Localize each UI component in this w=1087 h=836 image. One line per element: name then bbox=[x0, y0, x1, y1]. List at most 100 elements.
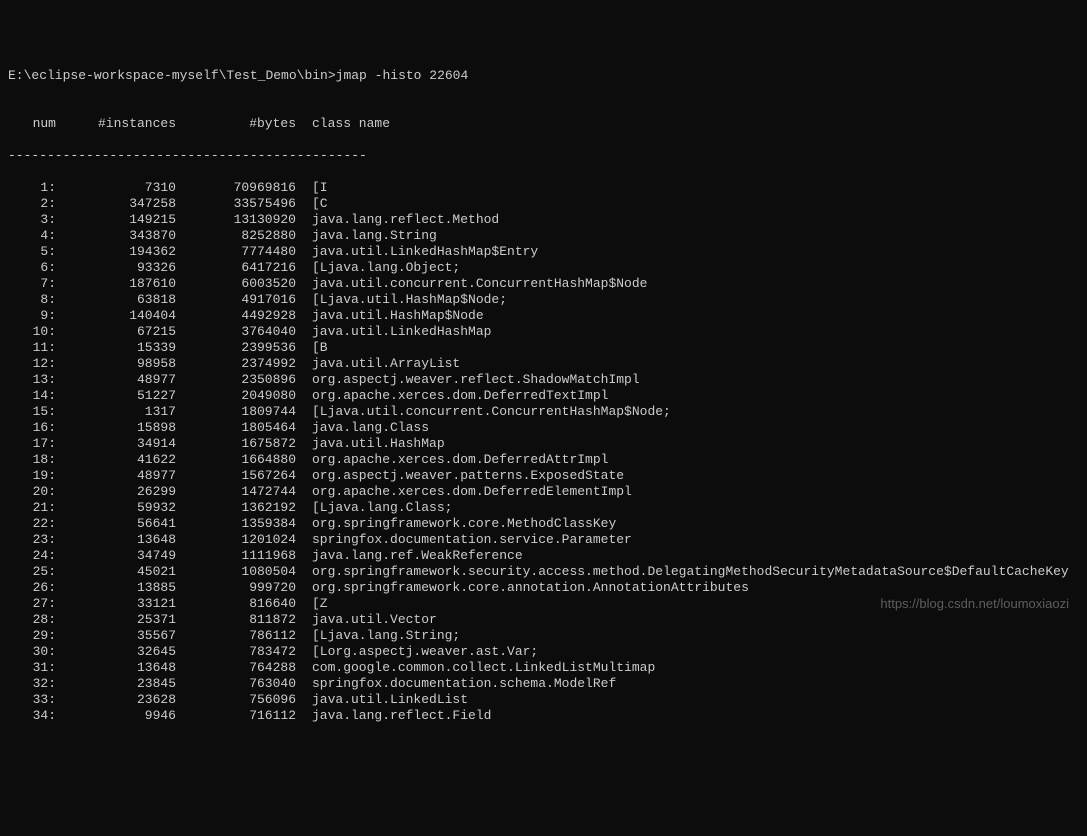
table-header: num#instances#bytesclass name bbox=[8, 116, 1079, 132]
row-classname: springfox.documentation.service.Paramete… bbox=[296, 532, 632, 548]
table-row: 20:262991472744org.apache.xerces.dom.Def… bbox=[8, 484, 1079, 500]
table-row: 22:566411359384org.springframework.core.… bbox=[8, 516, 1079, 532]
row-num: 21: bbox=[8, 500, 56, 516]
row-instances: 13648 bbox=[56, 660, 176, 676]
row-bytes: 783472 bbox=[176, 644, 296, 660]
row-classname: [Z bbox=[296, 596, 328, 612]
table-row: 5:1943627774480java.util.LinkedHashMap$E… bbox=[8, 244, 1079, 260]
row-classname: [Ljava.lang.String; bbox=[296, 628, 460, 644]
row-bytes: 786112 bbox=[176, 628, 296, 644]
row-bytes: 1675872 bbox=[176, 436, 296, 452]
row-bytes: 6003520 bbox=[176, 276, 296, 292]
row-bytes: 1809744 bbox=[176, 404, 296, 420]
row-num: 32: bbox=[8, 676, 56, 692]
table-row: 18:416221664880org.apache.xerces.dom.Def… bbox=[8, 452, 1079, 468]
row-bytes: 763040 bbox=[176, 676, 296, 692]
row-bytes: 2399536 bbox=[176, 340, 296, 356]
row-instances: 194362 bbox=[56, 244, 176, 260]
row-bytes: 13130920 bbox=[176, 212, 296, 228]
row-bytes: 1664880 bbox=[176, 452, 296, 468]
row-classname: org.apache.xerces.dom.DeferredAttrImpl bbox=[296, 452, 608, 468]
row-instances: 93326 bbox=[56, 260, 176, 276]
table-row: 30:32645783472[Lorg.aspectj.weaver.ast.V… bbox=[8, 644, 1079, 660]
row-instances: 15339 bbox=[56, 340, 176, 356]
row-num: 12: bbox=[8, 356, 56, 372]
row-num: 28: bbox=[8, 612, 56, 628]
row-num: 26: bbox=[8, 580, 56, 596]
table-row: 25:450211080504org.springframework.secur… bbox=[8, 564, 1079, 580]
row-bytes: 3764040 bbox=[176, 324, 296, 340]
row-instances: 56641 bbox=[56, 516, 176, 532]
row-instances: 347258 bbox=[56, 196, 176, 212]
row-bytes: 1362192 bbox=[176, 500, 296, 516]
table-row: 6:933266417216[Ljava.lang.Object; bbox=[8, 260, 1079, 276]
table-row: 10:672153764040java.util.LinkedHashMap bbox=[8, 324, 1079, 340]
row-bytes: 4917016 bbox=[176, 292, 296, 308]
divider-line: ----------------------------------------… bbox=[8, 148, 1079, 164]
table-row: 32:23845763040springfox.documentation.sc… bbox=[8, 676, 1079, 692]
row-classname: org.springframework.core.annotation.Anno… bbox=[296, 580, 749, 596]
row-instances: 140404 bbox=[56, 308, 176, 324]
row-classname: [Ljava.util.HashMap$Node; bbox=[296, 292, 507, 308]
table-row: 7:1876106003520java.util.concurrent.Conc… bbox=[8, 276, 1079, 292]
header-classname: class name bbox=[296, 116, 390, 132]
row-instances: 13648 bbox=[56, 532, 176, 548]
row-classname: java.util.LinkedHashMap$Entry bbox=[296, 244, 538, 260]
row-classname: [Lorg.aspectj.weaver.ast.Var; bbox=[296, 644, 538, 660]
row-classname: org.aspectj.weaver.reflect.ShadowMatchIm… bbox=[296, 372, 640, 388]
row-num: 27: bbox=[8, 596, 56, 612]
table-row: 28:25371811872java.util.Vector bbox=[8, 612, 1079, 628]
row-bytes: 2374992 bbox=[176, 356, 296, 372]
table-row: 34:9946716112java.lang.reflect.Field bbox=[8, 708, 1079, 724]
table-row: 3:14921513130920java.lang.reflect.Method bbox=[8, 212, 1079, 228]
row-num: 2: bbox=[8, 196, 56, 212]
row-bytes: 1805464 bbox=[176, 420, 296, 436]
row-instances: 25371 bbox=[56, 612, 176, 628]
row-num: 31: bbox=[8, 660, 56, 676]
row-instances: 23628 bbox=[56, 692, 176, 708]
row-num: 3: bbox=[8, 212, 56, 228]
row-instances: 15898 bbox=[56, 420, 176, 436]
row-num: 17: bbox=[8, 436, 56, 452]
row-instances: 23845 bbox=[56, 676, 176, 692]
row-bytes: 70969816 bbox=[176, 180, 296, 196]
row-bytes: 8252880 bbox=[176, 228, 296, 244]
row-instances: 33121 bbox=[56, 596, 176, 612]
row-instances: 67215 bbox=[56, 324, 176, 340]
row-classname: org.aspectj.weaver.patterns.ExposedState bbox=[296, 468, 624, 484]
row-instances: 1317 bbox=[56, 404, 176, 420]
row-classname: java.util.Vector bbox=[296, 612, 437, 628]
row-num: 8: bbox=[8, 292, 56, 308]
table-row: 14:512272049080org.apache.xerces.dom.Def… bbox=[8, 388, 1079, 404]
row-num: 11: bbox=[8, 340, 56, 356]
row-classname: java.util.HashMap$Node bbox=[296, 308, 484, 324]
row-classname: org.springframework.security.access.meth… bbox=[296, 564, 1069, 580]
row-bytes: 1111968 bbox=[176, 548, 296, 564]
row-bytes: 764288 bbox=[176, 660, 296, 676]
row-instances: 98958 bbox=[56, 356, 176, 372]
row-classname: java.lang.reflect.Field bbox=[296, 708, 491, 724]
row-instances: 48977 bbox=[56, 372, 176, 388]
table-row: 16:158981805464java.lang.Class bbox=[8, 420, 1079, 436]
table-row: 24:347491111968java.lang.ref.WeakReferen… bbox=[8, 548, 1079, 564]
row-num: 4: bbox=[8, 228, 56, 244]
row-instances: 7310 bbox=[56, 180, 176, 196]
row-bytes: 2350896 bbox=[176, 372, 296, 388]
row-num: 5: bbox=[8, 244, 56, 260]
row-classname: java.lang.reflect.Method bbox=[296, 212, 499, 228]
row-classname: java.util.LinkedHashMap bbox=[296, 324, 491, 340]
row-instances: 32645 bbox=[56, 644, 176, 660]
table-body: 1:731070969816[I2:34725833575496[C3:1492… bbox=[8, 180, 1079, 724]
table-row: 33:23628756096java.util.LinkedList bbox=[8, 692, 1079, 708]
row-bytes: 33575496 bbox=[176, 196, 296, 212]
row-instances: 34914 bbox=[56, 436, 176, 452]
row-classname: [C bbox=[296, 196, 328, 212]
row-instances: 9946 bbox=[56, 708, 176, 724]
row-bytes: 816640 bbox=[176, 596, 296, 612]
table-row: 17:349141675872java.util.HashMap bbox=[8, 436, 1079, 452]
row-num: 18: bbox=[8, 452, 56, 468]
header-bytes: #bytes bbox=[176, 116, 296, 132]
header-instances: #instances bbox=[56, 116, 176, 132]
table-row: 1:731070969816[I bbox=[8, 180, 1079, 196]
row-classname: [I bbox=[296, 180, 328, 196]
